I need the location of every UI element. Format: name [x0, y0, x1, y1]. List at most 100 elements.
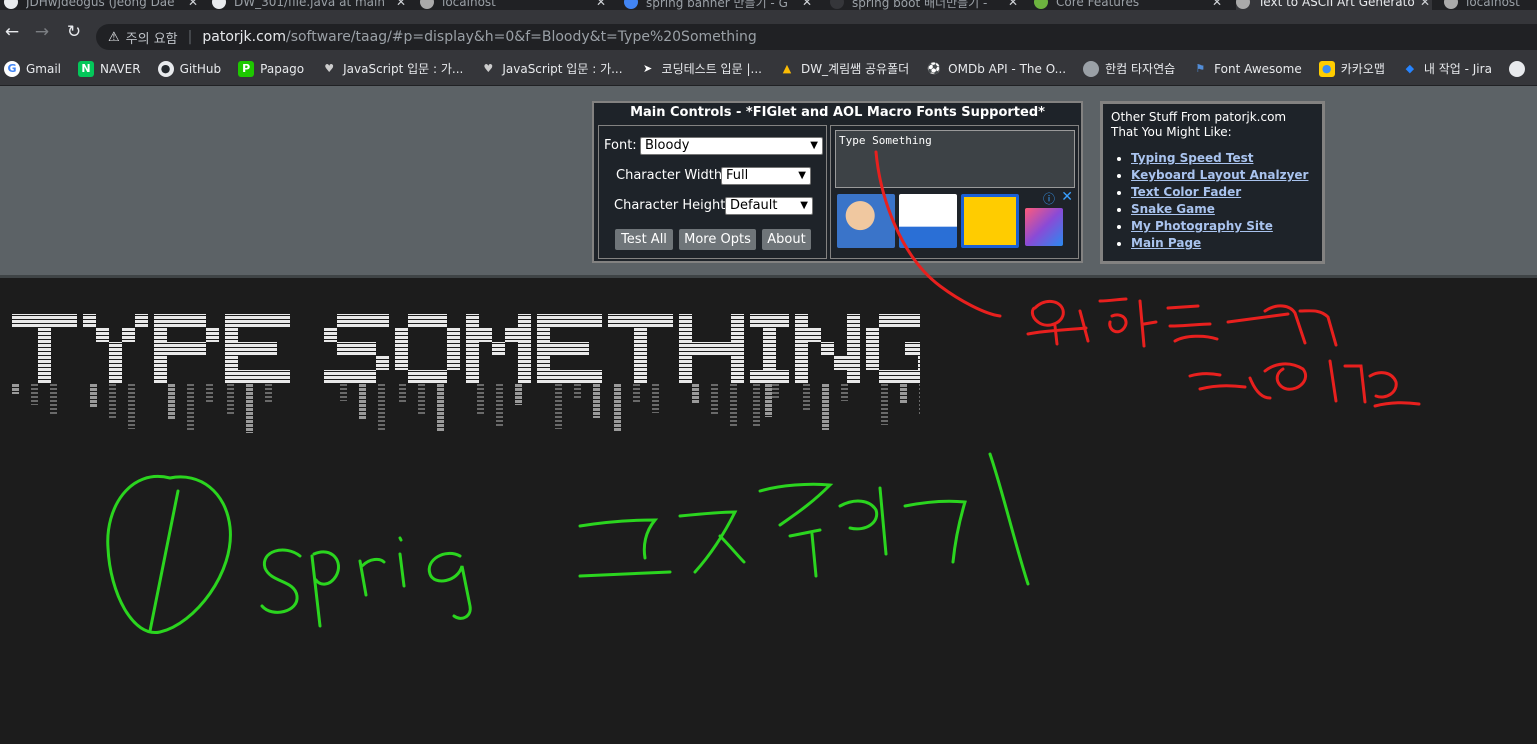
- ascii-letter-n: [795, 314, 860, 430]
- link-main-page[interactable]: Main Page: [1131, 235, 1314, 252]
- ad-image-cartoon[interactable]: [837, 194, 895, 248]
- ad-banner[interactable]: ⓘ ✕: [837, 189, 1075, 252]
- link-photography-site[interactable]: My Photography Site: [1131, 218, 1314, 235]
- naver-icon: N: [78, 60, 95, 77]
- bookmark-more[interactable]: [1508, 60, 1531, 77]
- info-icon[interactable]: ⓘ: [1043, 190, 1055, 207]
- bookmark-gmail[interactable]: G Gmail: [4, 60, 62, 77]
- bookmark-label: 카카오맵: [1340, 62, 1385, 76]
- address-bar[interactable]: ⚠ 주의 요함 | patorjk.com/software/taag/#p=d…: [96, 24, 1537, 50]
- link-text-color-fader[interactable]: Text Color Fader: [1131, 184, 1314, 201]
- tab-2[interactable]: localhost ✕: [420, 0, 608, 10]
- about-button[interactable]: About: [762, 229, 811, 250]
- bookmark-fontawesome[interactable]: ⚑ Font Awesome: [1192, 61, 1301, 77]
- bookmark-kakaomap[interactable]: ● 카카오맵: [1318, 60, 1385, 77]
- other-stuff-title: Other Stuff From patorjk.com That You Mi…: [1111, 110, 1287, 139]
- ascii-letter-e: [537, 314, 602, 429]
- tab-title: Text to ASCII Art Generato: [1258, 0, 1415, 9]
- bookmark-label: GitHub: [179, 61, 222, 76]
- spring-icon: [1034, 0, 1048, 9]
- bookmark-label: JavaScript 입문 : 가...: [343, 62, 464, 76]
- link-keyboard-layout-analyzer[interactable]: Keyboard Layout Analzyer: [1131, 167, 1314, 184]
- tab-title: JDHwjdeogus (Jeong Dae: [26, 0, 175, 9]
- bookmark-github[interactable]: ● GitHub: [157, 60, 222, 77]
- tab-3[interactable]: spring banner 만들기 - G ✕: [624, 0, 814, 10]
- bookmark-label: DW_계림쌤 공유폴더: [800, 62, 910, 76]
- bookmark-js-2[interactable]: ♥ JavaScript 입문 : 가...: [480, 60, 622, 77]
- test-all-button[interactable]: Test All: [615, 229, 673, 250]
- bookmark-js-1[interactable]: ♥ JavaScript 입문 : 가...: [321, 60, 463, 77]
- ad-image-glass[interactable]: [899, 194, 957, 248]
- green-circled-number: [106, 475, 232, 634]
- bookmark-label: JavaScript 입문 : 가...: [502, 62, 623, 76]
- bookmark-naver[interactable]: N NAVER: [78, 60, 141, 77]
- close-icon[interactable]: ✕: [800, 0, 814, 9]
- character-width-select[interactable]: Full ▼: [721, 167, 811, 185]
- url-domain: patorjk.com: [202, 29, 286, 45]
- text-input[interactable]: Type Something: [835, 130, 1075, 188]
- green-handwriting: [260, 452, 1030, 628]
- close-icon[interactable]: ✕: [1210, 0, 1224, 9]
- ascii-letter-p: [154, 314, 219, 431]
- red-handwriting: [1026, 297, 1421, 408]
- bookmark-label: Gmail: [26, 61, 62, 76]
- globe-icon: [1444, 0, 1458, 9]
- link-snake-game[interactable]: Snake Game: [1131, 201, 1314, 218]
- programmers-icon: ➤: [642, 62, 653, 75]
- font-select[interactable]: Bloody ▼: [640, 137, 823, 155]
- ascii-letter-t: [12, 314, 77, 416]
- main-controls-panel: Main Controls - *FIGlet and AOL Macro Fo…: [592, 101, 1083, 263]
- tab-title: Core Features: [1056, 0, 1140, 9]
- globe-icon: [1236, 0, 1250, 9]
- chevron-down-icon: ▼: [810, 140, 818, 151]
- close-icon[interactable]: ✕: [186, 0, 200, 9]
- reload-icon[interactable]: ↻: [64, 22, 84, 42]
- more-opts-button[interactable]: More Opts: [679, 229, 756, 250]
- character-width-value: Full: [726, 168, 749, 183]
- tab-0[interactable]: JDHwjdeogus (Jeong Dae ✕: [4, 0, 200, 10]
- bookmark-coding-test[interactable]: ➤ 코딩테스트 입문 |...: [640, 60, 762, 77]
- divider: |: [187, 29, 193, 45]
- ascii-letter-o: [395, 314, 460, 432]
- font-label: Font:: [604, 138, 637, 153]
- tab-title: localhost: [1466, 0, 1520, 9]
- tab-5[interactable]: Core Features ✕: [1034, 0, 1224, 10]
- tab-title: DW_301/file.java at main: [234, 0, 385, 9]
- bookmark-papago[interactable]: P Papago: [238, 60, 305, 77]
- ascii-letter-i: [750, 314, 789, 428]
- face-icon: [1508, 60, 1525, 77]
- url-path: /software/taag/#p=display&h=0&f=Bloody&t…: [285, 29, 757, 45]
- tab-strip: JDHwjdeogus (Jeong Dae ✕ DW_301/file.jav…: [0, 0, 1537, 10]
- tab-4[interactable]: spring boot 배너만들기 - ✕: [830, 0, 1020, 10]
- character-height-select[interactable]: Default ▼: [725, 197, 813, 215]
- character-width-label: Character Width:: [616, 168, 727, 183]
- ascii-letter-t: [608, 314, 673, 431]
- google-icon: [624, 0, 638, 9]
- bookmark-label: NAVER: [100, 61, 141, 76]
- tab-1[interactable]: DW_301/file.java at main ✕: [212, 0, 408, 10]
- security-label[interactable]: 주의 요함: [126, 28, 178, 47]
- ascii-art-output: [12, 314, 920, 433]
- bookmark-omdb[interactable]: ⚽ OMDb API - The O...: [926, 61, 1066, 77]
- ascii-letter-e: [225, 314, 290, 433]
- bookmark-jira[interactable]: ◆ 내 작업 - Jira: [1402, 60, 1492, 77]
- close-icon[interactable]: ✕: [594, 0, 608, 9]
- bookmark-hancom[interactable]: 한컴 타자연습: [1083, 60, 1175, 77]
- close-icon[interactable]: ✕: [1061, 189, 1073, 205]
- link-typing-speed-test[interactable]: Typing Speed Test: [1131, 150, 1314, 167]
- chevron-down-icon: ▼: [800, 200, 808, 211]
- bookmark-drive[interactable]: ▲ DW_계림쌤 공유폴더: [779, 60, 909, 77]
- drive-icon: ▲: [782, 62, 792, 75]
- close-icon[interactable]: ✕: [394, 0, 408, 9]
- tab-6[interactable]: Text to ASCII Art Generato ✕: [1236, 0, 1432, 10]
- close-icon[interactable]: ✕: [1006, 0, 1020, 9]
- close-icon[interactable]: ✕: [1418, 0, 1432, 9]
- back-icon[interactable]: ←: [2, 22, 22, 42]
- forward-icon[interactable]: →: [32, 22, 52, 42]
- menu-icon: [830, 0, 844, 9]
- tab-7[interactable]: localhost: [1444, 0, 1537, 10]
- ad-image-apps[interactable]: [1025, 208, 1063, 246]
- warning-icon[interactable]: ⚠: [108, 30, 120, 45]
- ad-image-geometry[interactable]: [961, 194, 1019, 248]
- bookmark-label: Papago: [260, 61, 305, 76]
